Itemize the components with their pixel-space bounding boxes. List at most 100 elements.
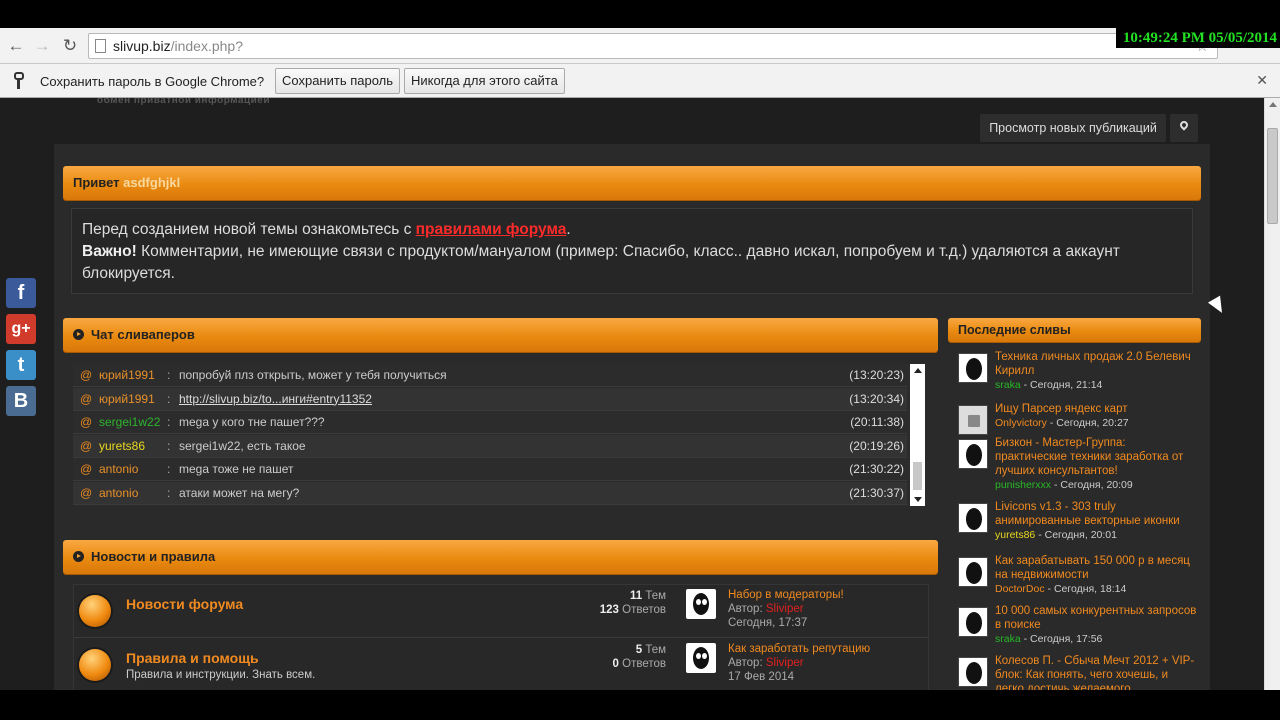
item-title[interactable]: Livicons v1.3 - 303 truly анимированные … [995, 500, 1200, 528]
chat-text[interactable]: http://slivup.biz/to...инги#entry11352 [179, 388, 372, 411]
forum-container: Привет asdfghjkl Перед созданием новой т… [54, 144, 1210, 690]
item-author[interactable]: Onlyvictory [995, 417, 1047, 429]
separator: : [167, 368, 171, 382]
twitter-icon[interactable]: t [6, 350, 36, 380]
at-icon[interactable]: @ [80, 482, 92, 505]
item-author[interactable]: sraka [995, 633, 1021, 645]
at-icon[interactable]: @ [80, 364, 92, 387]
item-title[interactable]: Ищу Парсер яндекс карт [995, 402, 1200, 416]
item-thumbnail[interactable] [958, 557, 988, 587]
item-date: - Сегодня, 20:27 [1046, 417, 1129, 429]
item-title[interactable]: Как зарабатывать 150 000 р в месяц на не… [995, 554, 1200, 582]
item-title[interactable]: Колесов П. - Сбыча Мечт 2012 + VIP-блок:… [995, 654, 1200, 690]
chat-message: @ юрий1991: попробуй плз открыть, может у … [73, 364, 907, 387]
chat-header[interactable]: Чат сливаперов [63, 318, 938, 352]
screen: ← → ↻ slivup.biz/index.php? ☆ 10:49:24 P… [0, 0, 1280, 720]
scrollbar-thumb[interactable] [1267, 128, 1278, 224]
separator: : [167, 462, 171, 476]
item-meta: DoctorDoc - Сегодня, 18:14 [995, 582, 1126, 596]
item-title[interactable]: 10 000 самых конкурентных запросов в пои… [995, 604, 1200, 632]
back-icon[interactable]: ← [6, 36, 26, 56]
collapse-arrow-icon[interactable] [73, 551, 84, 562]
chat-time: (20:11:38) [850, 415, 904, 429]
last-post-author[interactable]: Sliviper [766, 603, 804, 615]
save-password-button[interactable]: Сохранить пароль [275, 68, 401, 94]
chat-username[interactable]: юрий1991 [99, 364, 155, 387]
forum-row: Правила и помощь Правила и инструкции. З… [74, 639, 928, 690]
chat-message: @ sergei1w22: mega у кого тне пашет??? (20:… [73, 411, 907, 434]
last-post: Набор в модераторы! Автор: Sliviper Сего… [728, 589, 844, 629]
item-date: - Сегодня, 17:56 [1020, 633, 1103, 645]
forum-title[interactable]: Правила и помощь [126, 650, 259, 666]
avatar[interactable] [686, 589, 716, 619]
chat-username[interactable]: antonio [99, 482, 138, 505]
forum-counts: 11 Тем 123 Ответов [599, 590, 666, 616]
item-title[interactable]: Бизкон - Мастер-Группа: практические тех… [995, 436, 1200, 478]
item-meta: punisherxxx - Сегодня, 20:09 [995, 478, 1133, 492]
at-icon[interactable]: @ [80, 388, 92, 411]
reload-icon[interactable]: ↻ [60, 36, 80, 56]
forward-icon[interactable]: → [32, 36, 52, 56]
vkontakte-icon[interactable]: B [6, 386, 36, 416]
item-author[interactable]: yurets86 [995, 529, 1035, 541]
chat-username[interactable]: antonio [99, 458, 138, 481]
collapse-arrow-icon[interactable] [73, 329, 84, 340]
greeting-username[interactable]: asdfghjkl [123, 175, 180, 190]
notice-important-text: Комментарии, не имеющие связи с продукто… [82, 243, 1120, 282]
chat-time: (13:20:23) [849, 368, 904, 382]
item-date: - Сегодня, 20:01 [1035, 529, 1117, 541]
item-thumbnail[interactable] [958, 607, 988, 637]
chat-time: (13:20:34) [849, 391, 904, 406]
chat-scrollbar[interactable] [910, 364, 925, 506]
avatar[interactable] [686, 643, 716, 673]
chat-message: @ юрий1991: http://slivup.biz/to...инги#en… [73, 387, 907, 411]
important-label: Важно! [82, 243, 137, 260]
latest-header: Последние сливы [948, 318, 1201, 342]
last-post-date: Сегодня, 17:37 [728, 617, 808, 629]
never-for-site-button[interactable]: Никогда для этого сайта [404, 68, 565, 94]
google-plus-icon[interactable]: g+ [6, 314, 36, 344]
key-icon [12, 72, 26, 90]
item-author[interactable]: sraka [995, 379, 1021, 391]
last-post-title[interactable]: Набор в модераторы! [728, 589, 844, 601]
chat-time: (21:30:37) [849, 485, 904, 500]
forum-notice: Перед созданием новой темы ознакомьтесь … [71, 208, 1193, 294]
chat-username[interactable]: yurets86 [99, 435, 145, 458]
infobar-message: Сохранить пароль в Google Chrome? [40, 74, 265, 89]
forum-rules-link[interactable]: правилами форума [416, 221, 567, 238]
save-password-infobar: Сохранить пароль в Google Chrome? Сохран… [0, 64, 1280, 98]
news-header[interactable]: Новости и правила [63, 540, 938, 574]
new-publications-button[interactable]: Просмотр новых публикаций [980, 114, 1166, 142]
item-thumbnail[interactable] [958, 353, 988, 383]
address-bar[interactable]: slivup.biz/index.php? ☆ [88, 33, 1218, 59]
last-post-author[interactable]: Sliviper [766, 657, 804, 669]
chat-message: @ antonio: атаки может на мегу? (21:30:37) [73, 481, 907, 505]
last-post-title[interactable]: Как заработать репутацию [728, 643, 870, 655]
browser-toolbar: ← → ↻ slivup.biz/index.php? ☆ [0, 28, 1280, 64]
news-title: Новости и правила [91, 549, 216, 564]
at-icon[interactable]: @ [80, 435, 92, 458]
page-scrollbar[interactable] [1264, 98, 1280, 690]
location-pin-icon[interactable] [1170, 114, 1198, 142]
forum-status-icon [79, 595, 111, 627]
close-icon[interactable]: ✕ [1256, 72, 1268, 89]
at-icon[interactable]: @ [80, 458, 92, 481]
item-author[interactable]: DoctorDoc [995, 583, 1045, 595]
chat-username[interactable]: юрий1991 [99, 388, 155, 411]
item-title[interactable]: Техника личных продаж 2.0 Белевич Кирилл [995, 350, 1200, 378]
item-meta: Onlyvictory - Сегодня, 20:27 [995, 416, 1129, 430]
item-meta: sraka - Сегодня, 21:14 [995, 378, 1102, 392]
facebook-icon[interactable]: f [6, 278, 36, 308]
separator: : [167, 415, 171, 429]
chat-box: @ antonio: атаки может на мегу? (21:30:37) @… [73, 364, 925, 506]
item-author[interactable]: punisherxxx [995, 479, 1051, 491]
at-icon[interactable]: @ [80, 411, 92, 434]
item-thumbnail[interactable] [958, 405, 988, 435]
chat-username[interactable]: sergei1w22 [99, 411, 160, 434]
item-thumbnail[interactable] [958, 503, 988, 533]
forum-title[interactable]: Новости форума [126, 596, 243, 612]
item-thumbnail[interactable] [958, 439, 988, 469]
clock-overlay: 10:49:24 PM 05/05/2014 [1116, 28, 1280, 48]
last-post: Как заработать репутацию Автор: Sliviper… [728, 643, 871, 683]
item-thumbnail[interactable] [958, 657, 988, 687]
